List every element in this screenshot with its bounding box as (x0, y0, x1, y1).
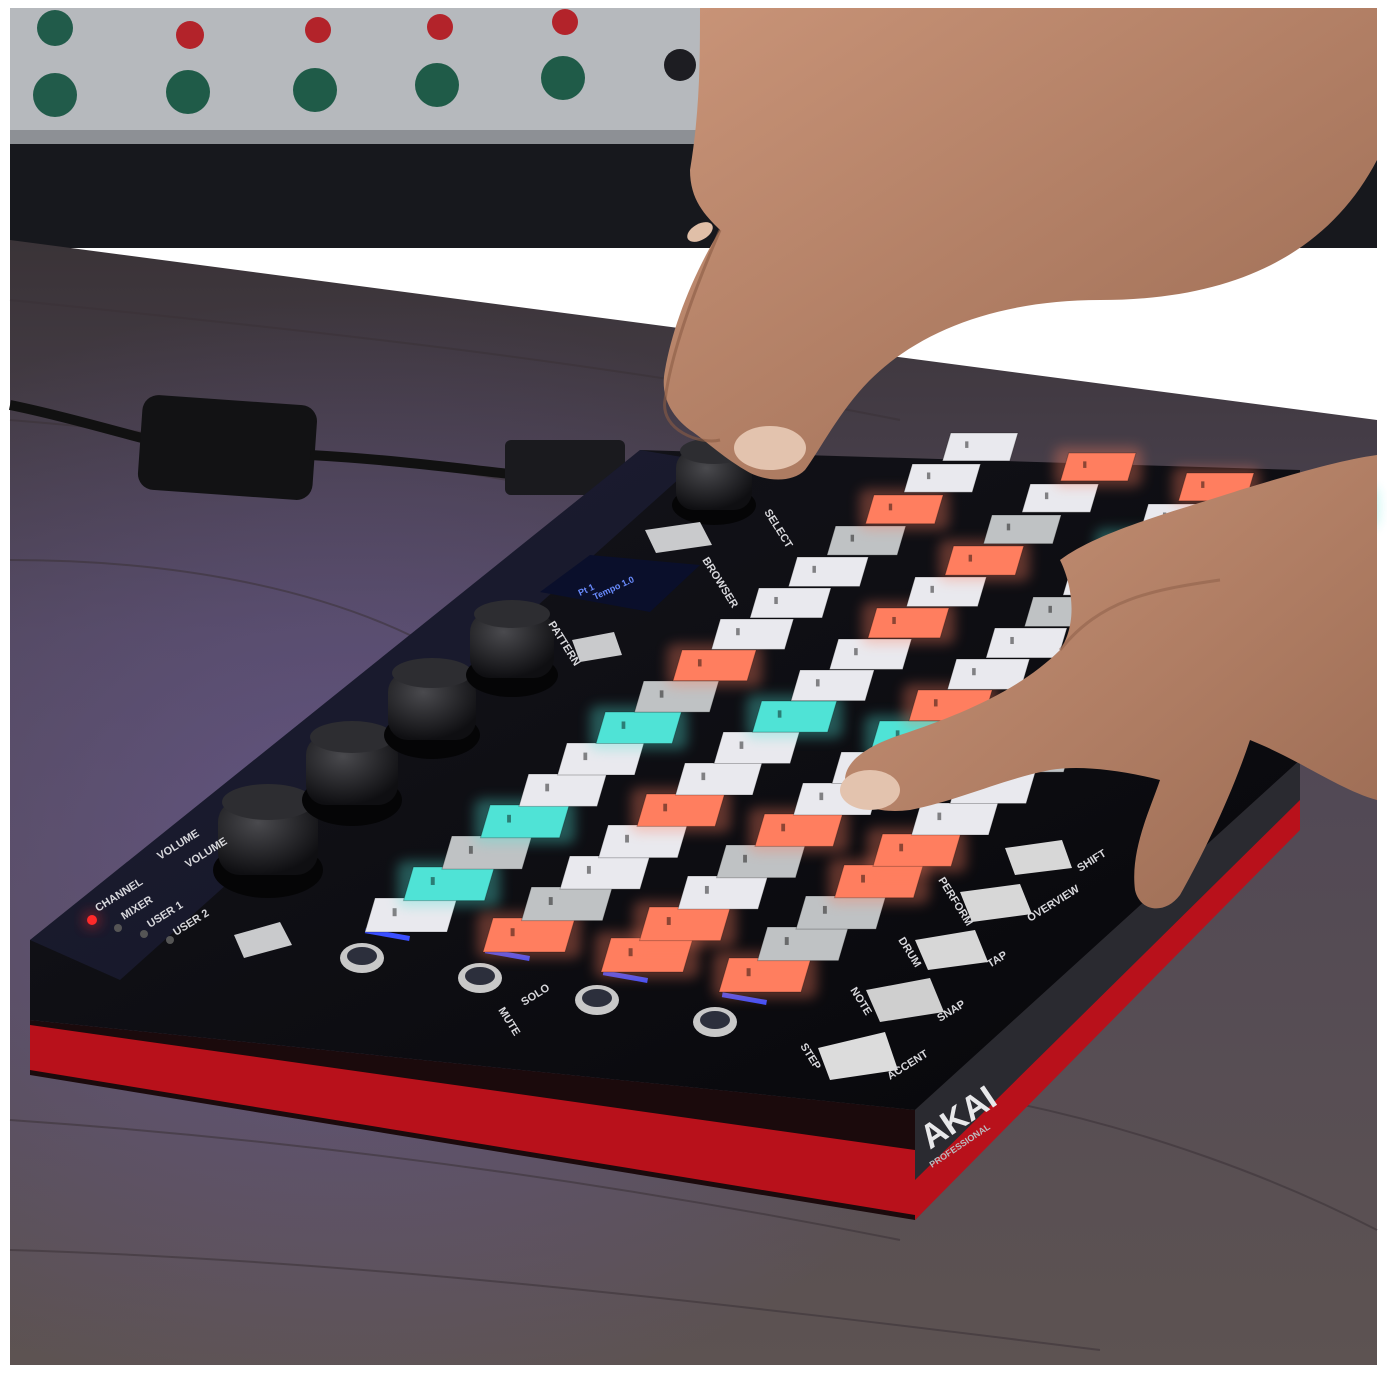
pad-marker (663, 803, 668, 812)
pad-marker (545, 783, 550, 792)
step-pad[interactable] (672, 649, 757, 682)
step-pad[interactable] (677, 875, 769, 910)
pad-marker (777, 710, 782, 718)
pad-marker (926, 472, 931, 480)
step-pad[interactable] (749, 587, 832, 619)
pad-marker (739, 741, 744, 749)
pad-marker (930, 585, 934, 593)
pad-marker (392, 908, 397, 917)
knob-4[interactable] (466, 600, 558, 697)
pad-marker (815, 679, 820, 687)
step-pad[interactable] (595, 711, 683, 745)
pad-marker (746, 968, 751, 977)
step-pad[interactable] (754, 813, 844, 847)
step-pad[interactable] (718, 957, 812, 993)
pad-marker (822, 905, 827, 914)
pad-marker (972, 668, 976, 676)
pad-marker (628, 948, 633, 957)
step-pad[interactable] (1021, 483, 1100, 513)
pad-marker (625, 834, 629, 843)
pad-marker (854, 648, 858, 656)
step-pad[interactable] (638, 906, 732, 942)
pad-marker (1044, 492, 1049, 500)
pad-marker (933, 699, 938, 707)
step-pad[interactable] (787, 556, 870, 588)
pad-marker (812, 565, 816, 573)
pad-marker (937, 812, 942, 821)
step-pad[interactable] (518, 773, 608, 807)
step-pad[interactable] (903, 463, 982, 493)
pad-marker (430, 877, 435, 885)
step-pad[interactable] (941, 432, 1019, 462)
product-photo: Pt 1 Tempo 1.0 CHANNEL MIXER USER 1 USER… (0, 0, 1387, 1375)
pad-marker (968, 554, 973, 562)
step-pad[interactable] (905, 576, 988, 608)
pad-marker (586, 865, 591, 874)
pad-marker (697, 659, 702, 667)
pad-marker (510, 928, 515, 937)
step-pad[interactable] (982, 514, 1062, 545)
pad-marker (819, 792, 824, 801)
pad-marker (743, 854, 747, 863)
pad-marker (1201, 481, 1205, 488)
step-pad[interactable] (1059, 452, 1137, 482)
knob-3[interactable] (384, 658, 480, 759)
step-pad[interactable] (756, 926, 850, 962)
pad-marker (736, 628, 740, 636)
step-pad[interactable] (710, 618, 795, 650)
step-pad[interactable] (520, 886, 614, 922)
step-pad[interactable] (944, 545, 1025, 576)
pad-marker (861, 874, 865, 883)
pad-marker (1083, 461, 1087, 468)
step-pad[interactable] (985, 627, 1068, 659)
step-pad[interactable] (910, 802, 999, 836)
pad-marker (899, 843, 904, 852)
step-pad[interactable] (559, 855, 651, 890)
pad-marker (888, 503, 893, 511)
mute-button-2[interactable] (458, 963, 502, 993)
pad-marker (507, 814, 511, 823)
pad-marker (1010, 636, 1014, 645)
pad-marker (666, 917, 671, 925)
step-pad[interactable] (751, 700, 838, 733)
pad-marker (784, 937, 789, 945)
step-pad[interactable] (790, 669, 875, 702)
pad-marker (1006, 523, 1011, 531)
pad-marker (621, 721, 626, 729)
step-pad[interactable] (872, 833, 962, 867)
pad-marker (774, 596, 778, 605)
pad-marker (1048, 605, 1052, 613)
step-pad[interactable] (402, 866, 496, 902)
step-pad[interactable] (674, 762, 763, 796)
step-pad[interactable] (864, 494, 944, 525)
step-pad[interactable] (867, 607, 950, 639)
pad-marker (468, 845, 473, 854)
pad-marker (583, 752, 588, 761)
rack-unit (10, 8, 740, 144)
step-pad[interactable] (479, 804, 570, 839)
pad-marker (701, 772, 706, 781)
pad-marker (781, 823, 786, 832)
pad-marker (548, 897, 553, 905)
pad-marker (659, 690, 664, 698)
mute-button-1[interactable] (340, 943, 384, 973)
mute-button-3[interactable] (575, 985, 619, 1015)
pad-marker (704, 885, 709, 894)
mute-button-4[interactable] (693, 1007, 737, 1037)
step-pad[interactable] (636, 793, 726, 827)
step-pad[interactable] (826, 525, 907, 556)
pad-marker (850, 534, 855, 542)
pad-marker (892, 616, 896, 625)
pad-marker (965, 441, 969, 448)
step-pad[interactable] (482, 917, 576, 953)
